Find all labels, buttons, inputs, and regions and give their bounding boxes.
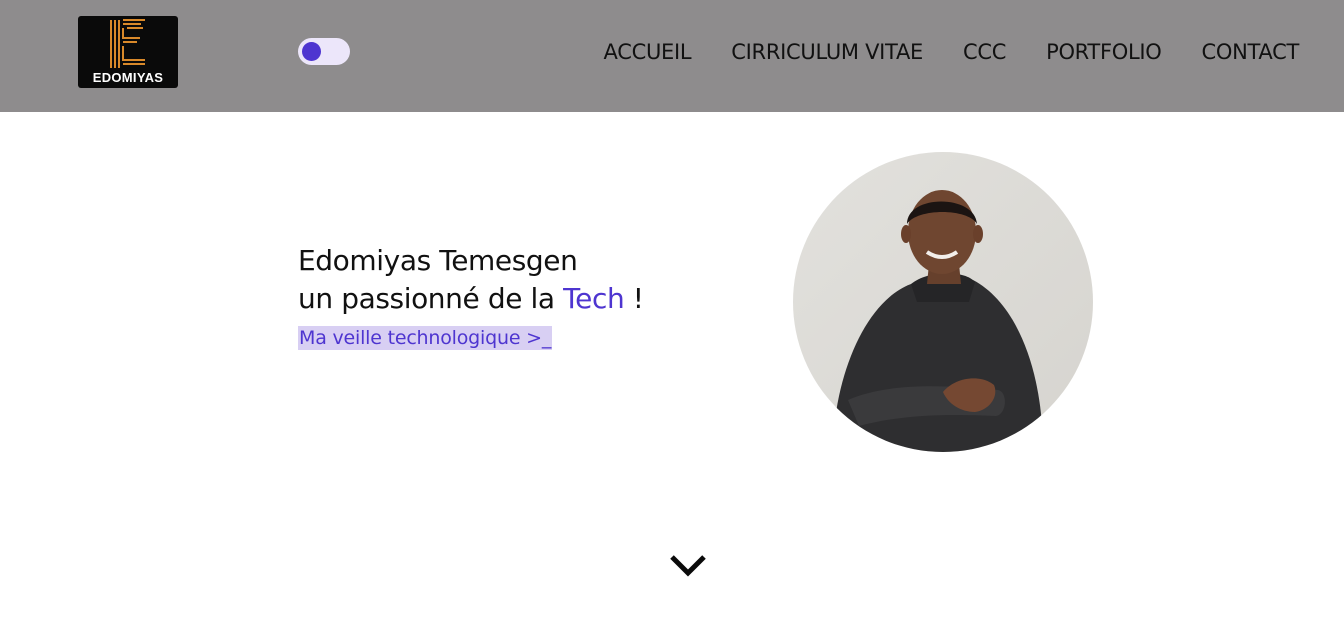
- logo-text: EDOMIYAS: [92, 70, 164, 85]
- profile-photo: [793, 152, 1093, 452]
- hero-intro: Edomiyas Temesgen un passionné de la Tec…: [298, 242, 718, 350]
- site-logo[interactable]: EDOMIYAS: [78, 16, 178, 88]
- nav-ccc[interactable]: CCC: [963, 38, 1006, 66]
- top-navbar: EDOMIYAS ACCUEIL CIRRICULUM VITAE CCC PO…: [0, 0, 1344, 112]
- nav-contact[interactable]: CONTACT: [1202, 38, 1300, 66]
- veille-link[interactable]: Ma veille technologique >_: [298, 326, 553, 350]
- chevron-down-icon: [670, 555, 706, 577]
- hero-tagline: un passionné de la Tech !: [298, 280, 718, 318]
- theme-toggle[interactable]: [298, 38, 350, 65]
- nav-accueil[interactable]: ACCUEIL: [604, 38, 692, 66]
- nav-portfolio[interactable]: PORTFOLIO: [1046, 38, 1162, 66]
- toggle-knob: [302, 42, 321, 61]
- main-nav: ACCUEIL CIRRICULUM VITAE CCC PORTFOLIO C…: [604, 38, 1300, 66]
- hero-name: Edomiyas Temesgen: [298, 244, 578, 277]
- scroll-down-chevron[interactable]: [668, 552, 708, 582]
- tagline-accent: Tech: [563, 282, 625, 315]
- nav-cirriculum-vitae[interactable]: CIRRICULUM VITAE: [731, 38, 923, 66]
- tagline-prefix: un passionné de la: [298, 282, 564, 315]
- tagline-suffix: !: [624, 282, 644, 315]
- profile-person-image: [793, 152, 1093, 452]
